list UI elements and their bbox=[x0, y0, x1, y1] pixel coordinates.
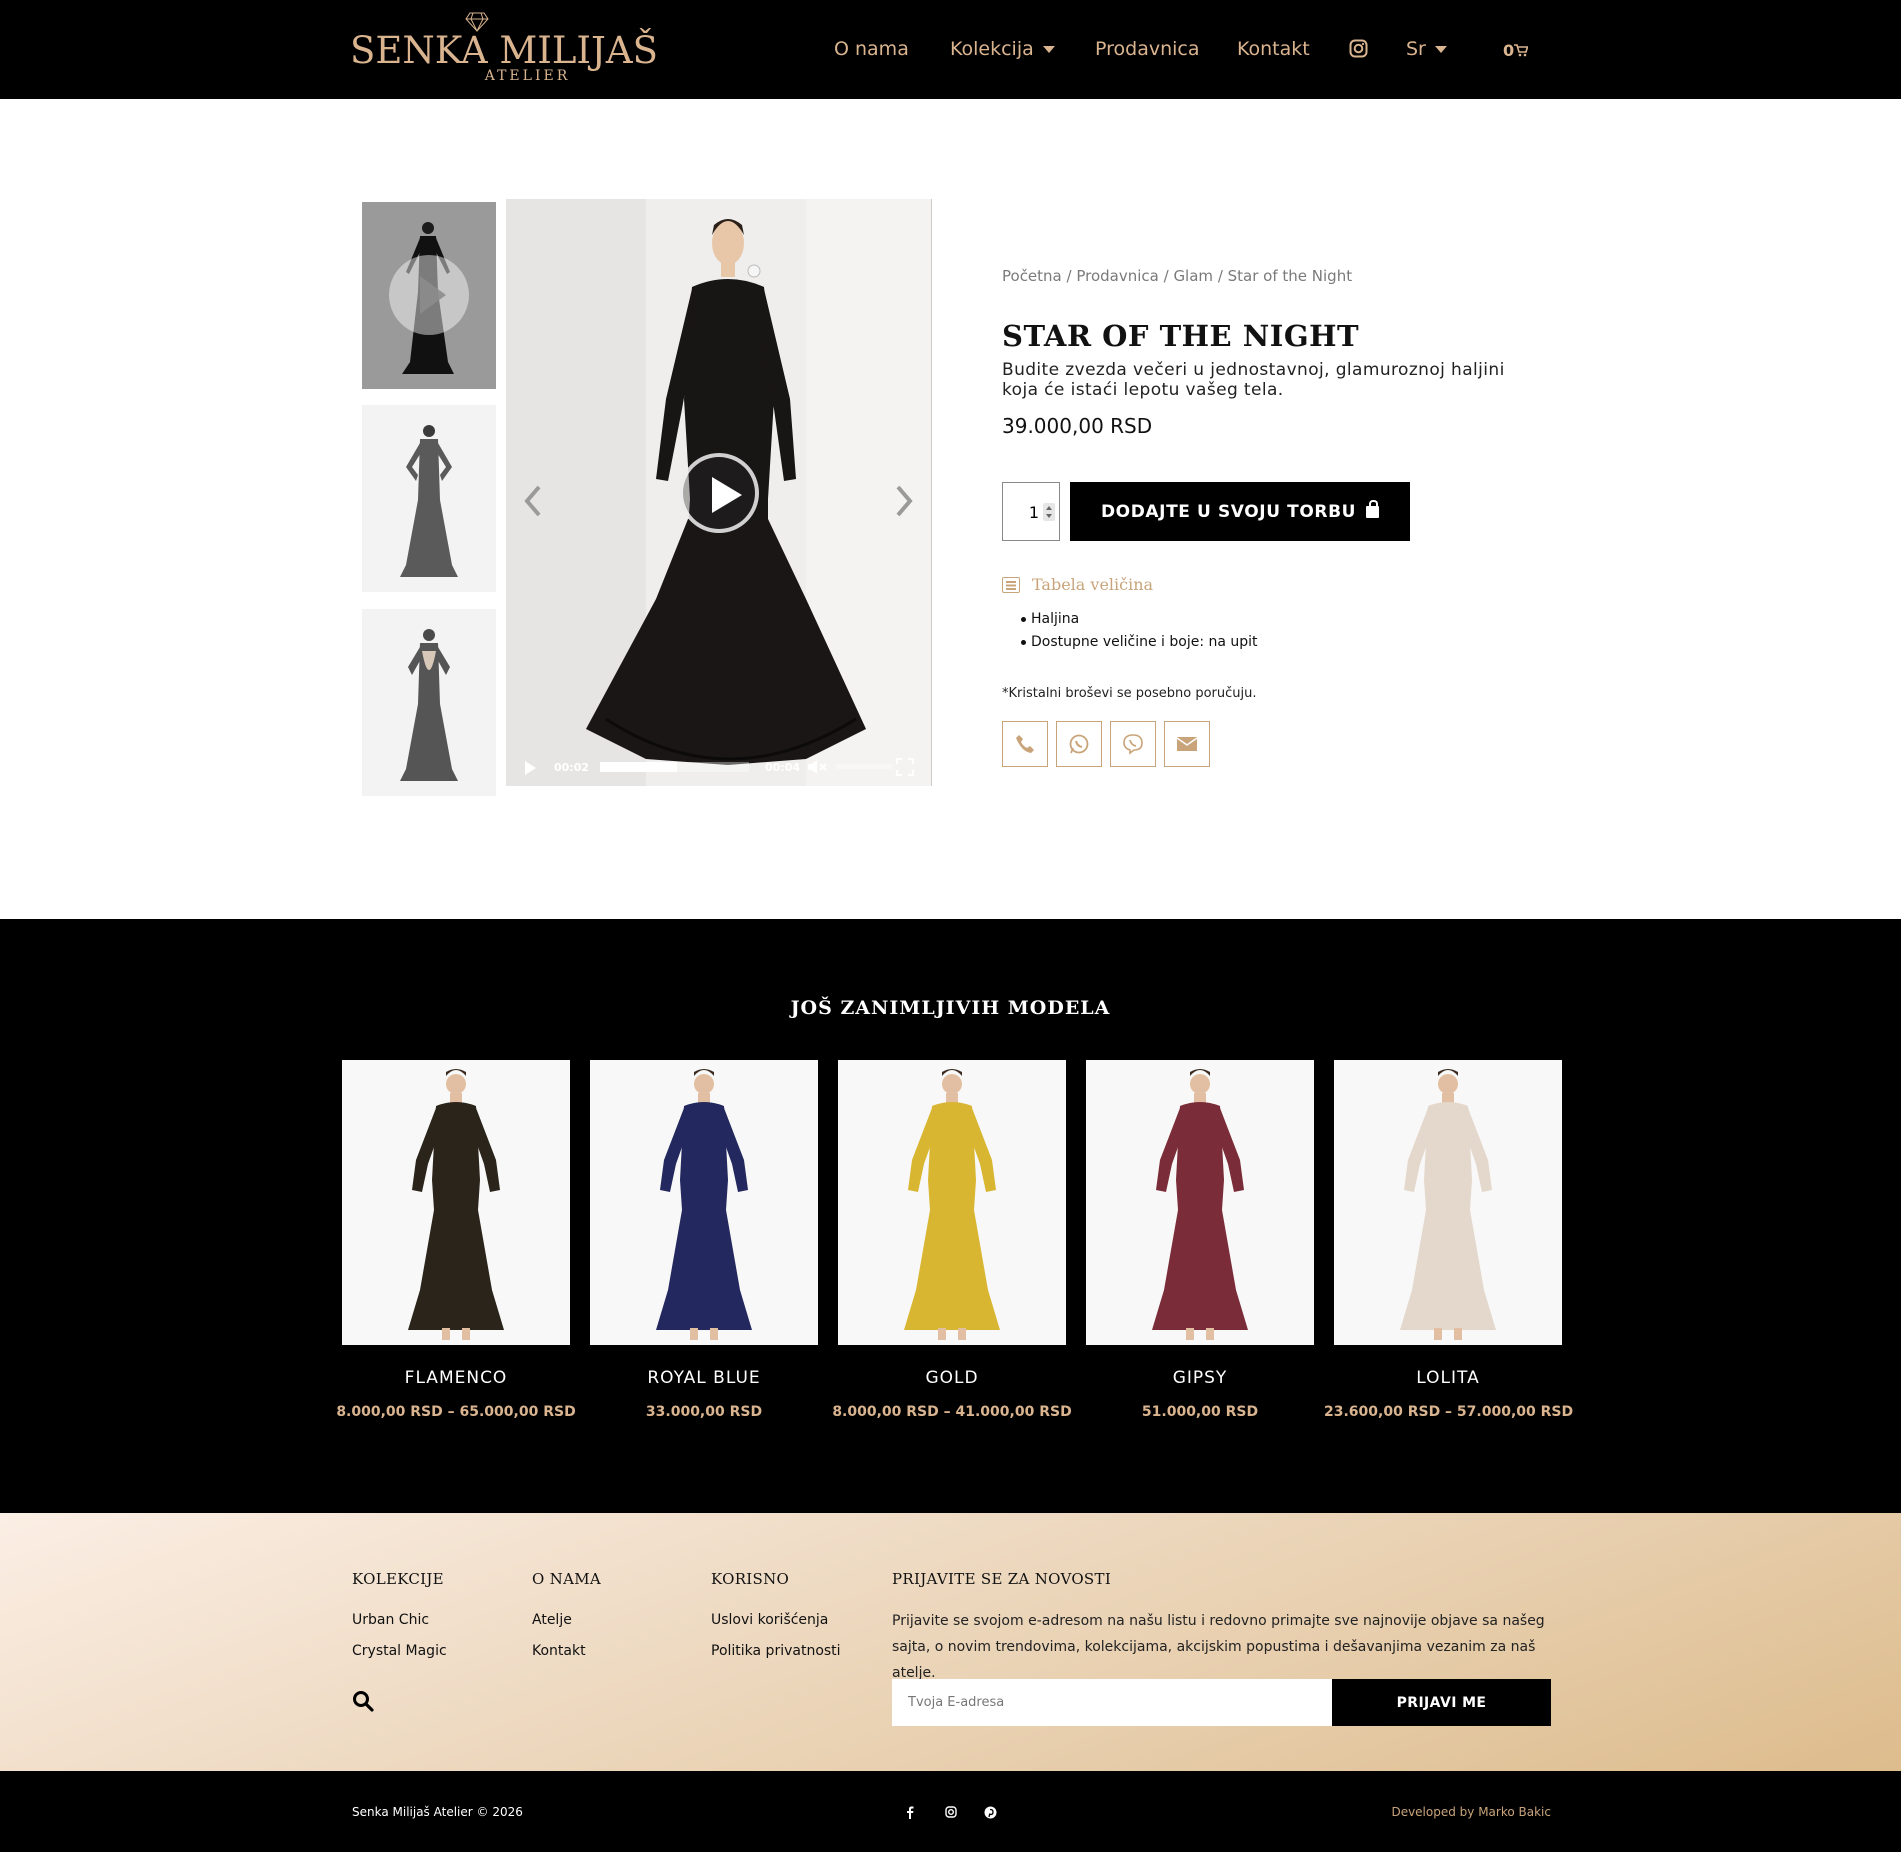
footer-link-terms[interactable]: Uslovi korišćenja bbox=[711, 1611, 828, 1629]
product-description: Budite zvezda večeri u jednostavnoj, gla… bbox=[1002, 360, 1505, 400]
cart-count: 0 bbox=[1503, 41, 1515, 60]
breadcrumb-category[interactable]: Glam bbox=[1173, 267, 1213, 285]
developer-credit[interactable]: Developed by Marko Bakic bbox=[1391, 1805, 1551, 1819]
footer-collections-title: KOLEKCIJE bbox=[352, 1570, 444, 1588]
related-title: JOŠ ZANIMLJIVIH MODELA bbox=[790, 997, 1111, 1019]
breadcrumb-separator: / bbox=[1213, 267, 1228, 285]
footer-link-privacy[interactable]: Politika privatnosti bbox=[711, 1642, 841, 1660]
related-product-name[interactable]: GIPSY bbox=[1076, 1367, 1324, 1389]
volume-slider[interactable] bbox=[836, 764, 892, 769]
related-product-price: 23.600,00 RSD – 57.000,00 RSD bbox=[1324, 1404, 1574, 1420]
chevron-down-icon bbox=[1042, 46, 1055, 53]
quantity-stepper[interactable] bbox=[1002, 482, 1060, 541]
breadcrumb-home[interactable]: Početna bbox=[1002, 267, 1062, 285]
instagram-icon[interactable] bbox=[943, 1804, 959, 1820]
email-button[interactable] bbox=[1164, 721, 1210, 767]
related-product-image[interactable] bbox=[342, 1060, 570, 1345]
feature-item: Dostupne veličine i boje: na upit bbox=[1021, 634, 1258, 650]
feature-item: Haljina bbox=[1020, 611, 1080, 627]
related-product-name[interactable]: ROYAL BLUE bbox=[580, 1367, 828, 1389]
related-product-price: 8.000,00 RSD – 65.000,00 RSD bbox=[336, 1404, 576, 1420]
add-to-cart-label: DODAJTE U SVOJU TORBU bbox=[1100, 501, 1357, 522]
add-to-cart-button[interactable]: DODAJTE U SVOJU TORBU bbox=[1070, 482, 1410, 541]
newsletter-subscribe-button[interactable]: PRIJAVI ME bbox=[1332, 1679, 1551, 1726]
cart-button[interactable]: 0 bbox=[1503, 40, 1529, 62]
pinterest-icon[interactable] bbox=[982, 1804, 998, 1820]
nav-contact[interactable]: Kontakt bbox=[1237, 38, 1310, 60]
phone-icon bbox=[1016, 735, 1034, 753]
footer-useful-title: KORISNO bbox=[711, 1570, 790, 1588]
video-duration: 00:04 bbox=[765, 761, 801, 774]
gallery-thumb-video[interactable] bbox=[362, 202, 496, 389]
breadcrumb-current: Star of the Night bbox=[1227, 267, 1353, 285]
site-header: SENKA MILIJAŠ ATELIER O nama Kolekcija P… bbox=[0, 0, 1901, 99]
video-play-button[interactable] bbox=[679, 453, 759, 533]
breadcrumb: Početna / Prodavnica / Glam / Star of th… bbox=[1002, 266, 1352, 286]
quantity-input[interactable] bbox=[1009, 501, 1039, 523]
video-current-time: 00:02 bbox=[554, 761, 590, 774]
facebook-icon[interactable] bbox=[902, 1804, 918, 1820]
product-price: 39.000,00 RSD bbox=[1002, 414, 1153, 438]
related-product-image[interactable] bbox=[590, 1060, 818, 1345]
chevron-down-icon bbox=[1434, 46, 1447, 53]
related-product-name[interactable]: GOLD bbox=[828, 1367, 1076, 1389]
nav-shop[interactable]: Prodavnica bbox=[1095, 38, 1200, 60]
copyright-text: Senka Milijaš Atelier © 2026 bbox=[352, 1805, 523, 1819]
related-product-name[interactable]: LOLITA bbox=[1324, 1367, 1572, 1389]
footer-link-contact[interactable]: Kontakt bbox=[532, 1642, 586, 1660]
footer-link-urban-chic[interactable]: Urban Chic bbox=[352, 1611, 429, 1629]
language-switcher[interactable]: Sr bbox=[1406, 38, 1447, 60]
nav-collection[interactable]: Kolekcija bbox=[950, 38, 1055, 60]
breadcrumb-separator: / bbox=[1158, 267, 1174, 285]
video-controls: 00:02 00:04 bbox=[506, 752, 932, 782]
cart-icon bbox=[1514, 44, 1529, 57]
brand-subtitle: ATELIER bbox=[484, 68, 571, 84]
whatsapp-icon bbox=[1069, 734, 1089, 754]
site-logo[interactable]: SENKA MILIJAŠ ATELIER bbox=[350, 12, 658, 88]
breadcrumb-separator: / bbox=[1061, 267, 1077, 285]
envelope-icon bbox=[1176, 737, 1198, 751]
nav-collection-label: Kolekcija bbox=[950, 38, 1034, 60]
list-icon bbox=[1002, 577, 1020, 593]
newsletter-description: Prijavite se svojom e-adresom na našu li… bbox=[892, 1613, 1545, 1681]
breadcrumb-shop[interactable]: Prodavnica bbox=[1076, 267, 1159, 285]
footer-about-title: O NAMA bbox=[532, 1570, 602, 1588]
newsletter-title: PRIJAVITE SE ZA NOVOSTI bbox=[892, 1570, 1112, 1588]
related-product-price: 33.000,00 RSD bbox=[645, 1404, 763, 1420]
footer-link-atelier[interactable]: Atelje bbox=[532, 1611, 572, 1629]
footer-link-crystal-magic[interactable]: Crystal Magic bbox=[352, 1642, 447, 1660]
gallery-prev-arrow[interactable] bbox=[522, 484, 544, 518]
related-product-image[interactable] bbox=[1334, 1060, 1562, 1345]
size-table-label: Tabela veličina bbox=[1032, 575, 1154, 594]
nav-about[interactable]: O nama bbox=[834, 38, 909, 60]
video-progress-fill bbox=[600, 762, 678, 772]
mute-icon[interactable] bbox=[807, 759, 827, 775]
brand-name: SENKA MILIJAŠ bbox=[350, 29, 658, 72]
gallery-thumb-3[interactable] bbox=[362, 609, 496, 796]
size-table-link[interactable]: Tabela veličina bbox=[1002, 574, 1153, 596]
gallery-next-arrow[interactable] bbox=[893, 484, 915, 518]
viber-button[interactable] bbox=[1110, 721, 1156, 767]
related-product-price: 51.000,00 RSD bbox=[1141, 1404, 1259, 1420]
gallery-thumb-2[interactable] bbox=[362, 405, 496, 592]
viber-icon bbox=[1123, 734, 1143, 755]
related-product-image[interactable] bbox=[1086, 1060, 1314, 1345]
shopping-bag-icon bbox=[1366, 499, 1380, 518]
related-product-name[interactable]: FLAMENCO bbox=[332, 1367, 580, 1389]
language-label: Sr bbox=[1406, 38, 1426, 60]
related-product-image[interactable] bbox=[838, 1060, 1066, 1345]
fullscreen-icon[interactable] bbox=[896, 758, 914, 776]
product-title: STAR OF THE NIGHT bbox=[1002, 319, 1360, 353]
related-product-price: 8.000,00 RSD – 41.000,00 RSD bbox=[832, 1404, 1072, 1420]
quantity-spinner[interactable] bbox=[1043, 503, 1055, 521]
whatsapp-button[interactable] bbox=[1056, 721, 1102, 767]
product-note: *Kristalni broševi se posebno poručuju. bbox=[1002, 686, 1257, 701]
instagram-icon[interactable] bbox=[1349, 39, 1368, 63]
newsletter-email-input[interactable] bbox=[892, 1679, 1332, 1726]
search-icon[interactable] bbox=[352, 1690, 374, 1712]
video-progress-bar[interactable] bbox=[600, 762, 749, 772]
play-icon[interactable] bbox=[525, 761, 536, 775]
call-button[interactable] bbox=[1002, 721, 1048, 767]
